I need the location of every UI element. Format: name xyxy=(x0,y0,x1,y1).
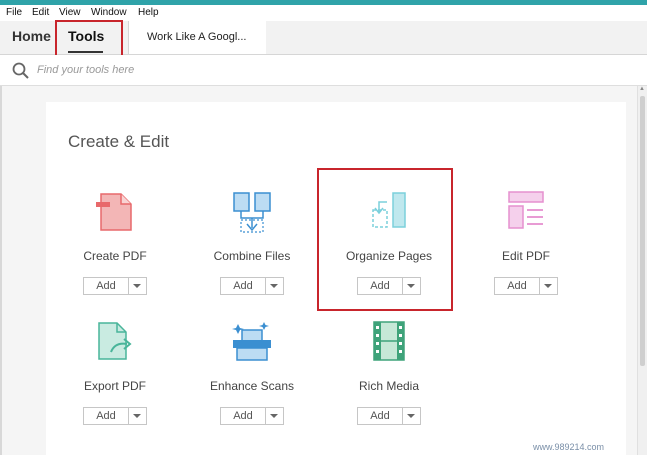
tools-tab-highlight xyxy=(55,20,123,57)
scroll-up-arrow[interactable]: ▲ xyxy=(639,86,645,92)
tab-bar-empty-area xyxy=(266,21,647,54)
search-input[interactable]: Find your tools here xyxy=(37,64,134,76)
menu-edit[interactable]: Edit xyxy=(32,7,49,18)
enhance-scans-icon xyxy=(232,322,271,361)
tool-create-pdf[interactable]: Create PDF Add xyxy=(60,190,170,296)
add-button[interactable]: Add xyxy=(83,277,147,295)
add-button-divider xyxy=(265,408,266,424)
chevron-down-icon[interactable] xyxy=(407,414,415,418)
chevron-down-icon[interactable] xyxy=(544,284,552,288)
chevron-down-icon[interactable] xyxy=(133,414,141,418)
tool-combine-files[interactable]: Combine Files Add xyxy=(197,190,307,296)
vertical-scrollbar[interactable]: ▲ xyxy=(637,86,647,455)
menu-help[interactable]: Help xyxy=(138,7,159,18)
tool-label: Rich Media xyxy=(358,379,420,393)
add-button[interactable]: Add xyxy=(220,277,284,295)
tab-home[interactable]: Home xyxy=(12,28,51,44)
menu-bar: File Edit View Window Help xyxy=(0,5,647,21)
section-title: Create & Edit xyxy=(68,132,170,151)
chevron-down-icon[interactable] xyxy=(270,284,278,288)
tab-document[interactable]: Work Like A Googl... xyxy=(128,21,268,54)
add-button-divider xyxy=(539,278,540,294)
add-button-divider xyxy=(402,408,403,424)
create-pdf-icon xyxy=(96,193,132,231)
add-button-divider xyxy=(128,408,129,424)
organize-pages-highlight xyxy=(317,168,453,311)
add-button[interactable]: Add xyxy=(357,407,421,425)
add-button-label: Add xyxy=(96,280,116,292)
rich-media-icon xyxy=(373,321,405,361)
edit-pdf-icon xyxy=(508,191,544,229)
left-edge xyxy=(0,86,2,455)
tool-label: Enhance Scans xyxy=(209,379,295,393)
tool-enhance-scans[interactable]: Enhance Scans Add xyxy=(197,320,307,426)
export-pdf-icon xyxy=(98,322,132,360)
menu-window[interactable]: Window xyxy=(91,7,127,18)
add-button[interactable]: Add xyxy=(220,407,284,425)
tool-rich-media[interactable]: Rich Media Add xyxy=(334,320,444,426)
add-button-label: Add xyxy=(507,280,527,292)
add-button-label: Add xyxy=(370,410,390,422)
add-button-divider xyxy=(128,278,129,294)
menu-view[interactable]: View xyxy=(59,7,81,18)
add-button-label: Add xyxy=(96,410,116,422)
add-button[interactable]: Add xyxy=(494,277,558,295)
chevron-down-icon[interactable] xyxy=(270,414,278,418)
tab-document-label: Work Like A Googl... xyxy=(147,31,247,43)
search-icon xyxy=(12,62,29,79)
tool-label: Create PDF xyxy=(83,249,147,263)
add-button-label: Add xyxy=(233,280,253,292)
tool-label: Edit PDF xyxy=(501,249,550,263)
tool-edit-pdf[interactable]: Edit PDF Add xyxy=(471,190,581,296)
combine-files-icon xyxy=(233,192,271,233)
tool-export-pdf[interactable]: Export PDF Add xyxy=(60,320,170,426)
menu-file[interactable]: File xyxy=(6,7,22,18)
add-button[interactable]: Add xyxy=(83,407,147,425)
tool-label: Combine Files xyxy=(213,249,291,263)
scrollbar-thumb[interactable] xyxy=(640,96,645,366)
chevron-down-icon[interactable] xyxy=(133,284,141,288)
tool-label: Export PDF xyxy=(83,379,146,393)
add-button-divider xyxy=(265,278,266,294)
watermark: www.989214.com xyxy=(533,442,605,452)
add-button-label: Add xyxy=(233,410,253,422)
